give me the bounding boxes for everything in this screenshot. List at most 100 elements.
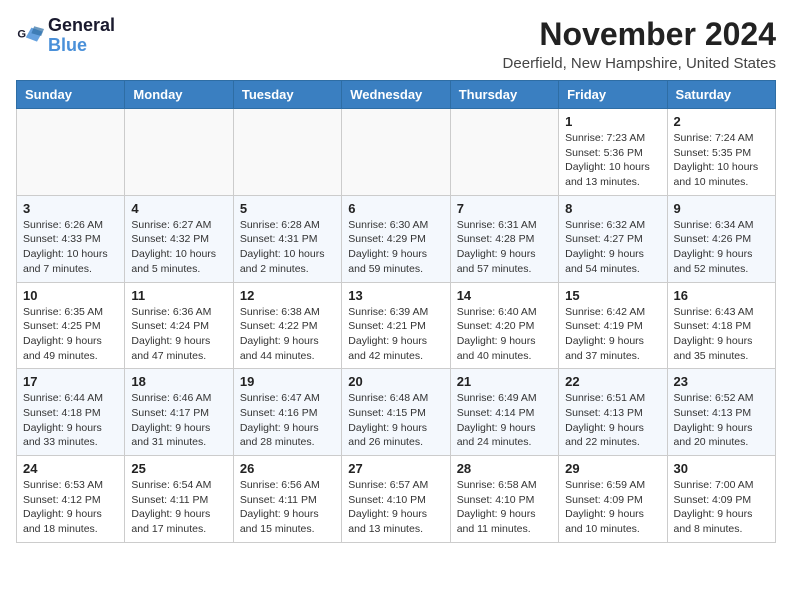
day-number: 6 bbox=[348, 201, 443, 216]
calendar-cell: 21Sunrise: 6:49 AM Sunset: 4:14 PM Dayli… bbox=[450, 369, 558, 456]
calendar-cell: 19 Sunrise: 6:47 AM Sunset: 4:16 PM Dayli… bbox=[233, 369, 341, 456]
calendar-cell bbox=[342, 109, 450, 196]
day-number: 23 bbox=[674, 374, 769, 389]
calendar-cell bbox=[17, 109, 125, 196]
day-info: Sunrise: 6:28 AM Sunset: 4:31 PM Dayligh… bbox=[240, 218, 335, 277]
calendar-table: SundayMondayTuesdayWednesdayThursdayFrid… bbox=[16, 80, 776, 543]
calendar-cell: 26 Sunrise: 6:56 AM Sunset: 4:11 PM Dayli… bbox=[233, 456, 341, 543]
day-info: Sunrise: 6:44 AM Sunset: 4:18 PM Dayligh… bbox=[23, 391, 118, 450]
calendar-cell: 3 Sunrise: 6:26 AM Sunset: 4:33 PM Daylig… bbox=[17, 195, 125, 282]
day-number: 4 bbox=[131, 201, 226, 216]
day-info: Sunrise: 6:49 AM Sunset: 4:14 PM Dayligh… bbox=[457, 391, 552, 450]
day-number: 26 bbox=[240, 461, 335, 476]
calendar-cell: 15 Sunrise: 6:42 AM Sunset: 4:19 PM Dayli… bbox=[559, 282, 667, 369]
calendar-cell: 27 Sunrise: 6:57 AM Sunset: 4:10 PM Dayli… bbox=[342, 456, 450, 543]
day-number: 10 bbox=[23, 288, 118, 303]
calendar-cell: 25 Sunrise: 6:54 AM Sunset: 4:11 PM Dayli… bbox=[125, 456, 233, 543]
calendar-cell: 4 Sunrise: 6:27 AM Sunset: 4:32 PM Daylig… bbox=[125, 195, 233, 282]
calendar-cell: 14 Sunrise: 6:40 AM Sunset: 4:20 PM Dayli… bbox=[450, 282, 558, 369]
day-number: 1 bbox=[565, 114, 660, 129]
page-header: G GeneralBlue November 2024 Deerfield, N… bbox=[16, 16, 776, 72]
day-info: Sunrise: 6:34 AM Sunset: 4:26 PM Dayligh… bbox=[674, 218, 769, 277]
calendar-cell: 2Sunrise: 7:24 AM Sunset: 5:35 PM Daylig… bbox=[667, 109, 775, 196]
calendar-cell: 29 Sunrise: 6:59 AM Sunset: 4:09 PM Dayli… bbox=[559, 456, 667, 543]
day-info: Sunrise: 6:59 AM Sunset: 4:09 PM Dayligh… bbox=[565, 478, 660, 537]
calendar-cell: 9 Sunrise: 6:34 AM Sunset: 4:26 PM Daylig… bbox=[667, 195, 775, 282]
day-info: Sunrise: 6:54 AM Sunset: 4:11 PM Dayligh… bbox=[131, 478, 226, 537]
logo-icon: G bbox=[16, 22, 44, 50]
day-number: 17 bbox=[23, 374, 118, 389]
day-number: 11 bbox=[131, 288, 226, 303]
day-info: Sunrise: 7:24 AM Sunset: 5:35 PM Dayligh… bbox=[674, 131, 769, 190]
week-row-3: 10 Sunrise: 6:35 AM Sunset: 4:25 PM Dayli… bbox=[17, 282, 776, 369]
day-number: 27 bbox=[348, 461, 443, 476]
day-number: 13 bbox=[348, 288, 443, 303]
calendar-cell: 1 Sunrise: 7:23 AM Sunset: 5:36 PM Daylig… bbox=[559, 109, 667, 196]
weekday-header-saturday: Saturday bbox=[667, 81, 775, 109]
calendar-cell: 30 Sunrise: 7:00 AM Sunset: 4:09 PM Dayli… bbox=[667, 456, 775, 543]
month-title: November 2024 bbox=[503, 16, 776, 53]
week-row-5: 24Sunrise: 6:53 AM Sunset: 4:12 PM Dayli… bbox=[17, 456, 776, 543]
day-number: 8 bbox=[565, 201, 660, 216]
day-number: 25 bbox=[131, 461, 226, 476]
weekday-header-monday: Monday bbox=[125, 81, 233, 109]
day-info: Sunrise: 6:35 AM Sunset: 4:25 PM Dayligh… bbox=[23, 305, 118, 364]
week-row-2: 3 Sunrise: 6:26 AM Sunset: 4:33 PM Daylig… bbox=[17, 195, 776, 282]
day-info: Sunrise: 7:23 AM Sunset: 5:36 PM Dayligh… bbox=[565, 131, 660, 190]
day-number: 5 bbox=[240, 201, 335, 216]
day-number: 3 bbox=[23, 201, 118, 216]
calendar-cell: 5 Sunrise: 6:28 AM Sunset: 4:31 PM Daylig… bbox=[233, 195, 341, 282]
weekday-header-tuesday: Tuesday bbox=[233, 81, 341, 109]
weekday-header-wednesday: Wednesday bbox=[342, 81, 450, 109]
calendar-cell: 12Sunrise: 6:38 AM Sunset: 4:22 PM Dayli… bbox=[233, 282, 341, 369]
logo-text: GeneralBlue bbox=[48, 16, 115, 56]
calendar-cell: 18Sunrise: 6:46 AM Sunset: 4:17 PM Dayli… bbox=[125, 369, 233, 456]
title-area: November 2024 Deerfield, New Hampshire, … bbox=[503, 16, 776, 72]
day-info: Sunrise: 6:46 AM Sunset: 4:17 PM Dayligh… bbox=[131, 391, 226, 450]
day-info: Sunrise: 6:30 AM Sunset: 4:29 PM Dayligh… bbox=[348, 218, 443, 277]
day-info: Sunrise: 6:47 AM Sunset: 4:16 PM Dayligh… bbox=[240, 391, 335, 450]
day-info: Sunrise: 6:31 AM Sunset: 4:28 PM Dayligh… bbox=[457, 218, 552, 277]
day-number: 29 bbox=[565, 461, 660, 476]
day-number: 7 bbox=[457, 201, 552, 216]
day-number: 30 bbox=[674, 461, 769, 476]
day-number: 19 bbox=[240, 374, 335, 389]
calendar-cell: 20 Sunrise: 6:48 AM Sunset: 4:15 PM Dayli… bbox=[342, 369, 450, 456]
week-row-4: 17 Sunrise: 6:44 AM Sunset: 4:18 PM Dayli… bbox=[17, 369, 776, 456]
day-number: 14 bbox=[457, 288, 552, 303]
day-number: 24 bbox=[23, 461, 118, 476]
day-number: 28 bbox=[457, 461, 552, 476]
weekday-header-row: SundayMondayTuesdayWednesdayThursdayFrid… bbox=[17, 81, 776, 109]
day-info: Sunrise: 6:48 AM Sunset: 4:15 PM Dayligh… bbox=[348, 391, 443, 450]
calendar-cell: 10 Sunrise: 6:35 AM Sunset: 4:25 PM Dayli… bbox=[17, 282, 125, 369]
day-info: Sunrise: 6:26 AM Sunset: 4:33 PM Dayligh… bbox=[23, 218, 118, 277]
location-title: Deerfield, New Hampshire, United States bbox=[503, 55, 776, 72]
calendar-cell: 28Sunrise: 6:58 AM Sunset: 4:10 PM Dayli… bbox=[450, 456, 558, 543]
day-number: 22 bbox=[565, 374, 660, 389]
day-number: 16 bbox=[674, 288, 769, 303]
day-info: Sunrise: 6:42 AM Sunset: 4:19 PM Dayligh… bbox=[565, 305, 660, 364]
day-info: Sunrise: 6:51 AM Sunset: 4:13 PM Dayligh… bbox=[565, 391, 660, 450]
day-info: Sunrise: 6:27 AM Sunset: 4:32 PM Dayligh… bbox=[131, 218, 226, 277]
calendar-cell: 11Sunrise: 6:36 AM Sunset: 4:24 PM Dayli… bbox=[125, 282, 233, 369]
calendar-cell: 13Sunrise: 6:39 AM Sunset: 4:21 PM Dayli… bbox=[342, 282, 450, 369]
day-info: Sunrise: 6:32 AM Sunset: 4:27 PM Dayligh… bbox=[565, 218, 660, 277]
calendar-cell bbox=[125, 109, 233, 196]
calendar-cell bbox=[233, 109, 341, 196]
day-info: Sunrise: 7:00 AM Sunset: 4:09 PM Dayligh… bbox=[674, 478, 769, 537]
calendar-cell: 8 Sunrise: 6:32 AM Sunset: 4:27 PM Daylig… bbox=[559, 195, 667, 282]
calendar-cell: 7 Sunrise: 6:31 AM Sunset: 4:28 PM Daylig… bbox=[450, 195, 558, 282]
calendar-cell bbox=[450, 109, 558, 196]
day-info: Sunrise: 6:38 AM Sunset: 4:22 PM Dayligh… bbox=[240, 305, 335, 364]
day-number: 15 bbox=[565, 288, 660, 303]
calendar-cell: 22 Sunrise: 6:51 AM Sunset: 4:13 PM Dayli… bbox=[559, 369, 667, 456]
weekday-header-sunday: Sunday bbox=[17, 81, 125, 109]
day-info: Sunrise: 6:40 AM Sunset: 4:20 PM Dayligh… bbox=[457, 305, 552, 364]
day-number: 9 bbox=[674, 201, 769, 216]
week-row-1: 1 Sunrise: 7:23 AM Sunset: 5:36 PM Daylig… bbox=[17, 109, 776, 196]
weekday-header-thursday: Thursday bbox=[450, 81, 558, 109]
calendar-cell: 16Sunrise: 6:43 AM Sunset: 4:18 PM Dayli… bbox=[667, 282, 775, 369]
day-info: Sunrise: 6:56 AM Sunset: 4:11 PM Dayligh… bbox=[240, 478, 335, 537]
day-info: Sunrise: 6:57 AM Sunset: 4:10 PM Dayligh… bbox=[348, 478, 443, 537]
day-number: 20 bbox=[348, 374, 443, 389]
